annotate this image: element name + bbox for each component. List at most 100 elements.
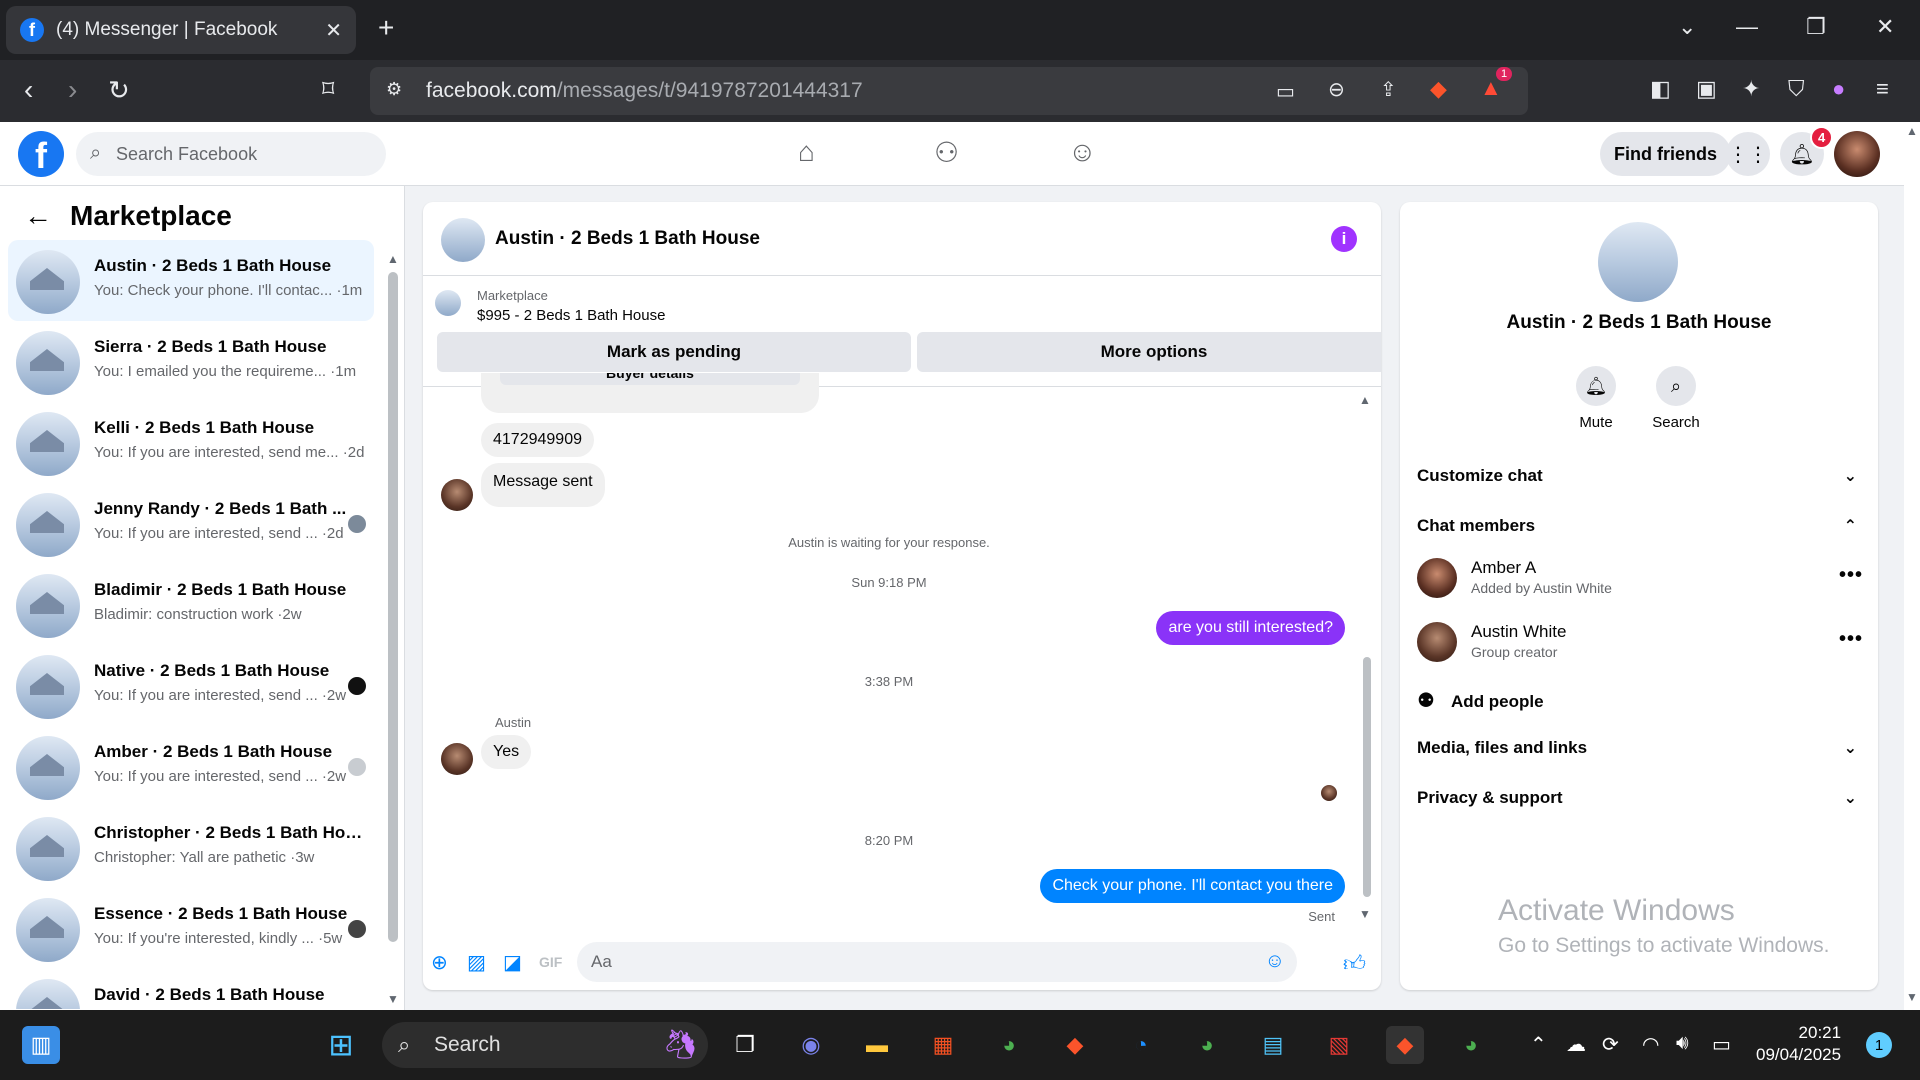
- chrome-icon[interactable]: ◕: [990, 1026, 1028, 1064]
- chrome-profile-e-icon[interactable]: ◕: [1452, 1026, 1490, 1064]
- chat-title[interactable]: Austin · 2 Beds 1 Bath House: [495, 228, 760, 250]
- onedrive-icon[interactable]: ☁: [1566, 1032, 1586, 1057]
- sync-icon[interactable]: ⟳: [1602, 1032, 1619, 1057]
- chat-scrollbar[interactable]: ▲ ▼: [1359, 393, 1373, 921]
- bookmark-icon[interactable]: ⌑: [322, 74, 334, 106]
- chrome-profile-icon[interactable]: ◕: [1188, 1026, 1226, 1064]
- mute-button[interactable]: 🔔︎ Mute: [1566, 366, 1626, 431]
- vpn-icon[interactable]: ⛉: [1788, 76, 1805, 102]
- conversation-item[interactable]: Jenny Randy · 2 Beds 1 Bath ... You: If …: [8, 483, 374, 564]
- thumbs-up-icon[interactable]: 👍︎: [1343, 950, 1366, 977]
- close-window-button[interactable]: ✕: [1876, 14, 1894, 40]
- conversation-item[interactable]: Bladimir · 2 Beds 1 Bath House Bladimir:…: [8, 564, 374, 645]
- search-conversation-button[interactable]: ⌕ Search: [1646, 366, 1706, 431]
- teams-icon[interactable]: ◉: [792, 1026, 830, 1064]
- conversation-item[interactable]: Amber · 2 Beds 1 Bath House You: If you …: [8, 726, 374, 807]
- conversation-item[interactable]: Christopher · 2 Beds 1 Bath Hou... Chris…: [8, 807, 374, 888]
- menu-icon[interactable]: ≡: [1876, 76, 1889, 102]
- search-input[interactable]: ⌕ Search Facebook: [76, 132, 386, 176]
- new-tab-button[interactable]: +: [378, 14, 394, 42]
- scroll-up-arrow-icon[interactable]: ▲: [1906, 124, 1918, 138]
- restore-button[interactable]: ❐: [1806, 14, 1826, 40]
- leo-ai-icon[interactable]: ✦: [1742, 76, 1760, 102]
- scroll-down-arrow-icon[interactable]: ▼: [387, 992, 399, 1006]
- facebook-logo-icon[interactable]: f: [18, 131, 64, 177]
- more-options-button[interactable]: More options: [917, 332, 1381, 372]
- conversation-item[interactable]: Essence · 2 Beds 1 Bath House You: If yo…: [8, 888, 374, 969]
- sticker-icon[interactable]: ◪: [503, 950, 522, 975]
- privacy-support-section[interactable]: Privacy & support ⌄: [1417, 788, 1863, 808]
- sidebar-scrollbar[interactable]: ▲ ▼: [386, 252, 400, 1006]
- account-avatar[interactable]: [1834, 131, 1880, 177]
- plus-circle-icon[interactable]: ⊕: [431, 950, 448, 975]
- customize-chat-section[interactable]: Customize chat ⌄: [1417, 466, 1863, 486]
- show-hidden-icons[interactable]: ⌃: [1530, 1032, 1547, 1057]
- file-explorer-icon[interactable]: ▬: [858, 1026, 896, 1064]
- conversation-item[interactable]: Native · 2 Beds 1 Bath House You: If you…: [8, 645, 374, 726]
- edge-icon[interactable]: ◔: [1122, 1026, 1160, 1064]
- widgets-icon[interactable]: ▥: [22, 1026, 60, 1064]
- microsoft-store-icon[interactable]: ▦: [924, 1026, 962, 1064]
- scroll-up-arrow-icon[interactable]: ▲: [387, 252, 399, 266]
- address-bar[interactable]: ⚙ facebook.com/messages/t/94197872014443…: [370, 67, 1528, 115]
- info-icon[interactable]: i: [1331, 226, 1357, 252]
- photo-icon[interactable]: ▨: [467, 950, 486, 975]
- cast-icon[interactable]: ▭: [1276, 79, 1295, 104]
- brave-shields-icon[interactable]: ◆: [1430, 76, 1447, 102]
- media-files-links-section[interactable]: Media, files and links ⌄: [1417, 738, 1863, 758]
- forward-button[interactable]: ›: [68, 74, 77, 106]
- scroll-up-arrow-icon[interactable]: ▲: [1359, 393, 1371, 407]
- member-row[interactable]: Amber A Added by Austin White •••: [1417, 556, 1863, 600]
- emoji-icon[interactable]: ☺: [1265, 950, 1285, 973]
- battery-icon[interactable]: ▭: [1712, 1032, 1731, 1057]
- conversation-item[interactable]: Austin · 2 Beds 1 Bath House You: Check …: [8, 240, 374, 321]
- member-row[interactable]: Austin White Group creator •••: [1417, 620, 1863, 664]
- system-clock[interactable]: 20:21 09/04/2025: [1756, 1022, 1841, 1066]
- mark-as-pending-button[interactable]: Mark as pending: [437, 332, 911, 372]
- scrollbar-thumb[interactable]: [1363, 657, 1371, 897]
- groups-icon[interactable]: ☺: [1068, 136, 1097, 168]
- scroll-down-arrow-icon[interactable]: ▼: [1906, 990, 1918, 1004]
- friends-icon[interactable]: ⚇: [934, 136, 959, 169]
- notification-center-badge[interactable]: 1: [1866, 1032, 1892, 1058]
- scroll-down-arrow-icon[interactable]: ▼: [1359, 907, 1371, 921]
- conversation-item[interactable]: Kelli · 2 Beds 1 Bath House You: If you …: [8, 402, 374, 483]
- chat-listing-thumbnail[interactable]: [441, 218, 485, 262]
- message-input[interactable]: Aa ☺: [577, 942, 1297, 982]
- listing-summary[interactable]: Marketplace $995 - 2 Beds 1 Bath House: [435, 288, 665, 324]
- more-options-icon[interactable]: •••: [1839, 564, 1863, 587]
- minimize-button[interactable]: —: [1736, 14, 1758, 40]
- find-friends-button[interactable]: Find friends: [1600, 132, 1731, 176]
- home-icon[interactable]: ⌂: [798, 136, 815, 168]
- share-icon[interactable]: ⇪: [1380, 77, 1397, 102]
- add-people-button[interactable]: ⚉ Add people: [1417, 688, 1863, 713]
- gif-icon[interactable]: GIF: [539, 954, 562, 970]
- more-options-icon[interactable]: •••: [1839, 628, 1863, 651]
- conversation-item[interactable]: Sierra · 2 Beds 1 Bath House You: I emai…: [8, 321, 374, 402]
- start-windows-icon[interactable]: ⊞: [322, 1026, 360, 1064]
- taskbar-search[interactable]: ⌕ Search 🦄︎: [382, 1022, 708, 1068]
- tab-search-chevron-icon[interactable]: ⌄: [1678, 14, 1696, 40]
- close-tab-icon[interactable]: ✕: [325, 18, 342, 43]
- task-view-icon[interactable]: ❐: [726, 1026, 764, 1064]
- sidebar-toggle-icon[interactable]: ◧: [1650, 76, 1671, 102]
- scrollbar-thumb[interactable]: [388, 272, 398, 942]
- back-button[interactable]: ‹: [24, 74, 33, 106]
- zoom-icon[interactable]: ⊖: [1328, 77, 1345, 102]
- back-arrow-icon[interactable]: ←: [24, 200, 52, 232]
- app-icon[interactable]: ▧: [1320, 1026, 1358, 1064]
- brave-icon[interactable]: ◆: [1056, 1026, 1094, 1064]
- notepad-icon[interactable]: ▤: [1254, 1026, 1292, 1064]
- browser-tab[interactable]: f (4) Messenger | Facebook ✕: [6, 6, 356, 54]
- wallet-icon[interactable]: ▣: [1696, 76, 1717, 102]
- reload-button[interactable]: ↻: [108, 74, 130, 106]
- wifi-icon[interactable]: ◠: [1642, 1032, 1659, 1057]
- chat-members-section[interactable]: Chat members ⌃: [1417, 516, 1863, 536]
- brave-active-icon[interactable]: ◆: [1386, 1026, 1424, 1064]
- menu-grid-icon[interactable]: ⋮⋮: [1726, 132, 1770, 176]
- page-scrollbar[interactable]: ▲ ▼: [1904, 122, 1920, 1010]
- profile-icon[interactable]: ●: [1832, 76, 1845, 102]
- volume-icon[interactable]: 🔊︎: [1676, 1032, 1689, 1055]
- conversation-item[interactable]: David · 2 Beds 1 Bath House: [8, 969, 374, 1009]
- site-settings-icon[interactable]: ⚙: [386, 79, 402, 100]
